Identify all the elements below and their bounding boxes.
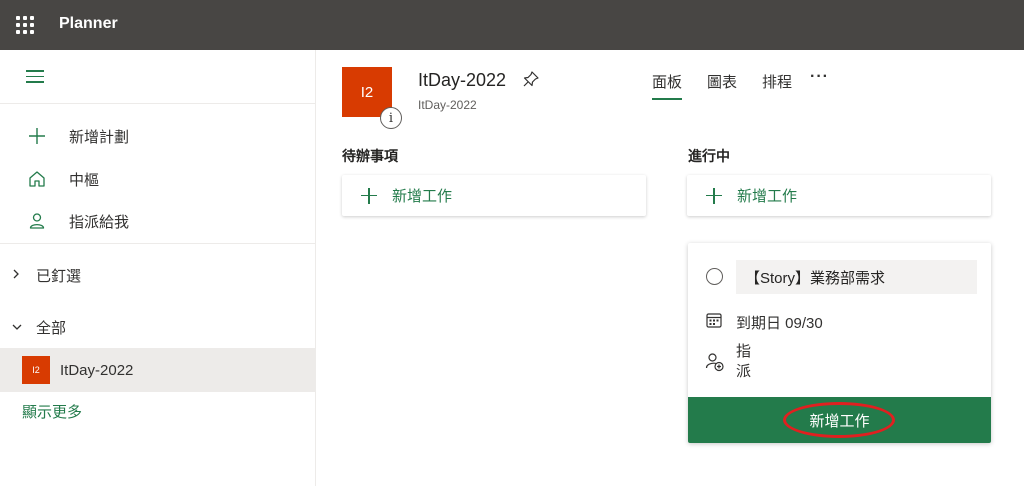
calendar-icon[interactable] (706, 312, 722, 328)
more-options-icon[interactable]: ··· (810, 68, 829, 86)
sidebar: 新增計劃 中樞 指派給我 已釘選 全部 I2 ItDay-2022 顯示更多 (0, 50, 316, 486)
tab-charts[interactable]: 圖表 (707, 71, 737, 92)
plan-tile-small: I2 (22, 356, 50, 384)
due-date-picker[interactable]: 到期日 09/30 (736, 312, 823, 333)
sidebar-section-pinned[interactable]: 已釘選 (0, 260, 316, 290)
app-launcher-icon[interactable] (16, 16, 34, 34)
sidebar-plan-label: ItDay-2022 (60, 361, 134, 379)
add-task-button-todo[interactable]: 新增工作 (342, 175, 646, 216)
complete-task-radio[interactable] (706, 268, 723, 285)
app-title[interactable]: Planner (59, 15, 118, 33)
add-task-label: 新增工作 (392, 188, 453, 205)
hamburger-menu-icon[interactable] (26, 70, 44, 84)
plan-subtitle: ItDay-2022 (418, 98, 477, 112)
sidebar-item-hub[interactable]: 中樞 (0, 161, 316, 197)
task-title-input[interactable] (736, 260, 977, 294)
tab-schedule[interactable]: 排程 (762, 71, 792, 92)
chevron-down-icon (12, 320, 22, 334)
sidebar-divider (0, 243, 316, 244)
active-tab-indicator (652, 98, 682, 100)
chevron-right-icon (12, 268, 22, 282)
top-bar: Planner (0, 0, 1024, 50)
bucket-title-todo[interactable]: 待辦事項 (342, 146, 398, 166)
pin-icon[interactable] (522, 70, 540, 88)
sidebar-divider (0, 103, 316, 104)
sidebar-item-assigned-to-me[interactable]: 指派給我 (0, 203, 316, 239)
plus-icon (361, 187, 377, 204)
home-icon (26, 168, 48, 190)
assign-button[interactable]: 指派 (736, 342, 754, 382)
add-task-submit-button[interactable]: 新增工作 (688, 397, 991, 443)
tab-board[interactable]: 面板 (652, 71, 682, 92)
assign-person-icon[interactable] (705, 352, 725, 372)
sidebar-item-label: 指派給我 (69, 213, 130, 231)
sidebar-plan-itday-2022[interactable]: I2 ItDay-2022 (0, 348, 316, 392)
bucket-title-in-progress[interactable]: 進行中 (688, 146, 730, 166)
sidebar-item-label: 新增計劃 (69, 128, 130, 146)
section-label: 已釘選 (36, 267, 82, 285)
person-icon (26, 210, 48, 232)
new-task-card: 到期日 09/30 指派 新增工作 (688, 243, 991, 443)
plus-icon (706, 187, 722, 204)
add-task-button-in-progress[interactable]: 新增工作 (687, 175, 991, 216)
submit-label: 新增工作 (809, 412, 870, 430)
section-label: 全部 (36, 319, 67, 337)
plan-title: ItDay-2022 (418, 70, 507, 90)
info-icon[interactable]: i (380, 107, 402, 129)
plus-icon (26, 125, 48, 147)
sidebar-item-label: 中樞 (69, 171, 100, 189)
sidebar-item-new-plan[interactable]: 新增計劃 (0, 118, 316, 154)
add-task-label: 新增工作 (737, 188, 798, 205)
show-more-link[interactable]: 顯示更多 (22, 401, 82, 422)
sidebar-section-all[interactable]: 全部 (0, 312, 316, 342)
